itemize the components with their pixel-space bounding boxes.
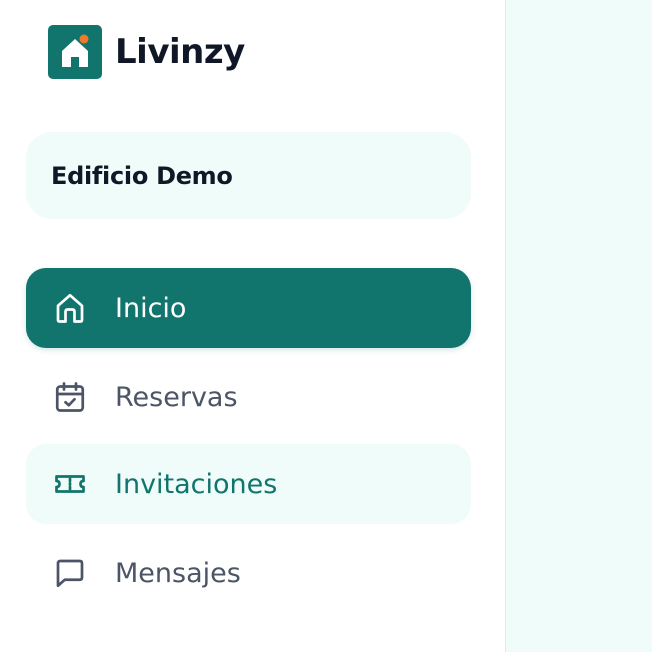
nav-item-inicio[interactable]: Inicio	[26, 268, 471, 348]
nav-item-reservas[interactable]: Reservas	[26, 357, 471, 437]
nav-item-mensajes[interactable]: Mensajes	[26, 533, 471, 613]
home-icon	[51, 289, 89, 327]
nav-item-label: Inicio	[115, 292, 187, 324]
building-name: Edificio Demo	[51, 161, 233, 190]
building-selector[interactable]: Edificio Demo	[26, 132, 471, 219]
app-window: Livinzy Edificio Demo Inicio Reservas In…	[0, 0, 652, 652]
nav-item-label: Invitaciones	[115, 468, 278, 500]
nav-item-label: Mensajes	[115, 557, 241, 589]
nav-item-invitaciones[interactable]: Invitaciones	[26, 444, 471, 524]
calendar-check-icon	[51, 378, 89, 416]
nav-item-label: Reservas	[115, 381, 238, 413]
house-logo-icon	[48, 25, 102, 79]
brand-name: Livinzy	[115, 32, 245, 72]
ticket-icon	[51, 465, 89, 503]
sidebar: Livinzy Edificio Demo Inicio Reservas In…	[0, 0, 505, 652]
main-content	[505, 0, 652, 652]
brand-logo[interactable]: Livinzy	[48, 25, 245, 79]
message-square-icon	[51, 554, 89, 592]
